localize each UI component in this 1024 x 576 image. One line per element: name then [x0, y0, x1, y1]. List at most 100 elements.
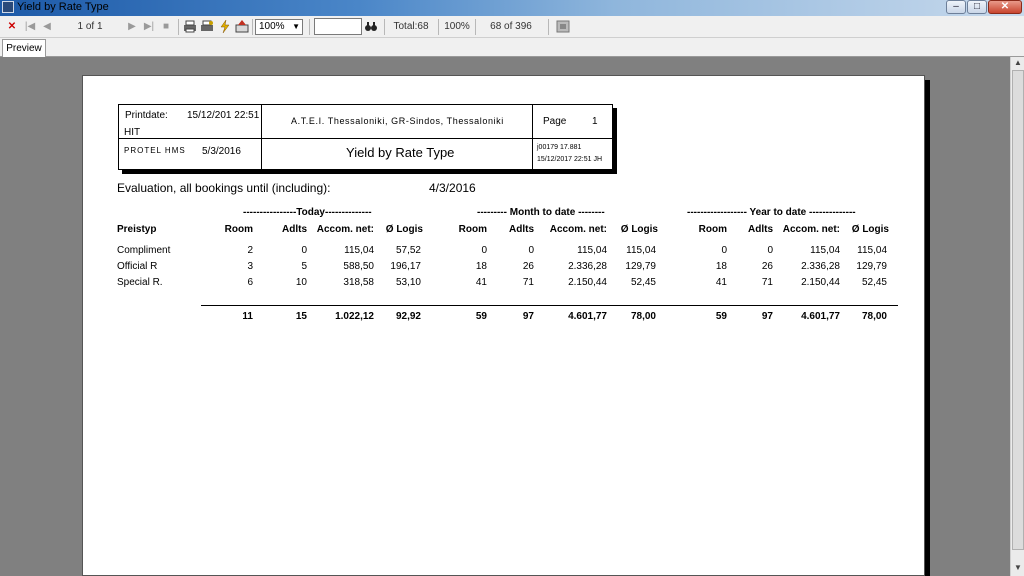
column-header-t-adults: Adlts [282, 224, 307, 235]
table-cell: 53,10 [395, 277, 421, 288]
table-cell: 196,17 [390, 261, 421, 272]
system-date: 5/3/2016 [202, 146, 241, 157]
column-header-y-logis: Ø Logis [851, 224, 889, 235]
report-code: j00179 17.881 [537, 144, 582, 151]
total-cell: 97 [761, 311, 773, 322]
close-window-button[interactable]: ✕ [988, 0, 1022, 14]
print-setup-icon[interactable] [200, 20, 214, 33]
total-cell: 4.601,77 [568, 311, 607, 322]
zoom-select[interactable]: 100% ▼ [255, 19, 303, 35]
table-cell: 6 [247, 277, 253, 288]
group-year: ------------------ Year to date --------… [687, 207, 856, 218]
last-page-icon[interactable]: ▶| [143, 19, 155, 35]
row-name: Compliment [117, 245, 171, 256]
table-cell: 5 [301, 261, 307, 272]
total-cell: 78,00 [630, 311, 656, 322]
page-label: Page [543, 116, 567, 127]
page-number: 1 [592, 116, 598, 127]
percent-loaded: 100% [444, 21, 470, 32]
table-cell: 129,79 [625, 261, 656, 272]
table-cell: 41 [475, 277, 487, 288]
table-cell: 71 [761, 277, 773, 288]
table-cell: 0 [528, 245, 534, 256]
table-cell: 3 [247, 261, 253, 272]
next-page-icon[interactable]: ▶ [126, 19, 138, 35]
print-stamp: 15/12/2017 22:51 JH [537, 156, 602, 163]
column-header-t-logis: Ø Logis [385, 224, 423, 235]
maximize-button[interactable]: □ [967, 0, 987, 14]
group-today: ----------------Today-------------- [243, 207, 372, 218]
total-cell: 59 [715, 311, 727, 322]
total-cell: 59 [475, 311, 487, 322]
search-input[interactable] [314, 18, 362, 35]
previous-page-icon[interactable]: ◀ [41, 19, 53, 35]
print-icon[interactable] [183, 20, 197, 33]
table-cell: 0 [721, 245, 727, 256]
app-icon [2, 1, 14, 13]
chevron-down-icon: ▼ [292, 22, 300, 31]
table-cell: 2.150,44 [568, 277, 607, 288]
close-preview-icon[interactable] [556, 20, 570, 33]
title-bar: Yield by Rate Type ‒ □ ✕ [0, 0, 1024, 16]
window-title: Yield by Rate Type [17, 1, 109, 13]
binoculars-icon[interactable] [364, 20, 378, 33]
export-icon[interactable] [235, 20, 249, 33]
scroll-up-icon[interactable]: ▲ [1012, 57, 1024, 69]
page-indicator: 1 of 1 [77, 21, 103, 32]
column-header-m-room: Room [458, 224, 487, 235]
table-cell: 115,04 [810, 245, 840, 256]
stop-icon[interactable]: ✕ [6, 19, 18, 35]
total-cell: 11 [242, 311, 253, 322]
first-page-icon[interactable]: |◀ [24, 19, 36, 35]
column-header-y-adults: Adlts [748, 224, 773, 235]
column-header-t-accom: Accom. net: [316, 224, 374, 235]
column-header-preistyp: Preistyp [117, 224, 157, 235]
refresh-lightning-icon[interactable] [218, 20, 232, 33]
table-cell: 57,52 [395, 245, 421, 256]
scroll-down-icon[interactable]: ▼ [1012, 562, 1024, 574]
table-cell: 18 [715, 261, 727, 272]
vertical-scrollbar[interactable]: ▲ ▼ [1010, 57, 1024, 576]
column-header-m-accom: Accom. net: [549, 224, 607, 235]
column-header-m-logis: Ø Logis [620, 224, 658, 235]
table-cell: 18 [475, 261, 487, 272]
printdate-value: 15/12/201 22:51 [187, 110, 260, 121]
report-page: Printdate: 15/12/201 22:51 HIT PROTEL HM… [82, 75, 925, 576]
evaluation-label: Evaluation, all bookings until (includin… [117, 181, 331, 195]
table-cell: 52,45 [630, 277, 656, 288]
total-count: Total:68 [393, 21, 429, 32]
record-progress: 68 of 396 [490, 21, 532, 32]
table-cell: 26 [761, 261, 773, 272]
table-cell: 2.336,28 [801, 261, 840, 272]
group-month: --------- Month to date -------- [477, 207, 605, 218]
table-cell: 115,04 [577, 245, 607, 256]
table-cell: 2 [247, 245, 253, 256]
total-cell: 1.022,12 [335, 311, 374, 322]
column-header-y-accom: Accom. net: [782, 224, 840, 235]
tab-strip: Preview [0, 38, 1024, 57]
minimize-button[interactable]: ‒ [946, 0, 966, 14]
table-cell: 26 [522, 261, 534, 272]
table-cell: 129,79 [856, 261, 887, 272]
column-header-m-adults: Adlts [509, 224, 534, 235]
scroll-thumb[interactable] [1012, 70, 1024, 550]
table-cell: 115,04 [857, 245, 887, 256]
report-toolbar: ✕ |◀ ◀ 1 of 1 ▶ ▶| ■ 100% ▼ Total:68 100… [0, 16, 1024, 38]
table-cell: 41 [715, 277, 727, 288]
row-name: Official R [117, 261, 158, 272]
table-cell: 10 [295, 277, 307, 288]
table-cell: 0 [301, 245, 307, 256]
report-title: Yield by Rate Type [346, 145, 455, 160]
hotel-name: A.T.E.I. Thessaloniki, GR-Sindos, Thessa… [291, 116, 504, 126]
column-header-y-room: Room [698, 224, 727, 235]
hit-label: HIT [124, 127, 141, 138]
total-cell: 15 [295, 311, 307, 322]
total-cell: 4.601,77 [801, 311, 840, 322]
evaluation-date: 4/3/2016 [429, 181, 476, 195]
table-cell: 2.336,28 [568, 261, 607, 272]
totals-rule [201, 305, 898, 306]
tab-preview[interactable]: Preview [2, 39, 46, 57]
stop-load-icon[interactable]: ■ [160, 19, 172, 35]
table-cell: 0 [767, 245, 773, 256]
printdate-label: Printdate: [125, 110, 168, 121]
